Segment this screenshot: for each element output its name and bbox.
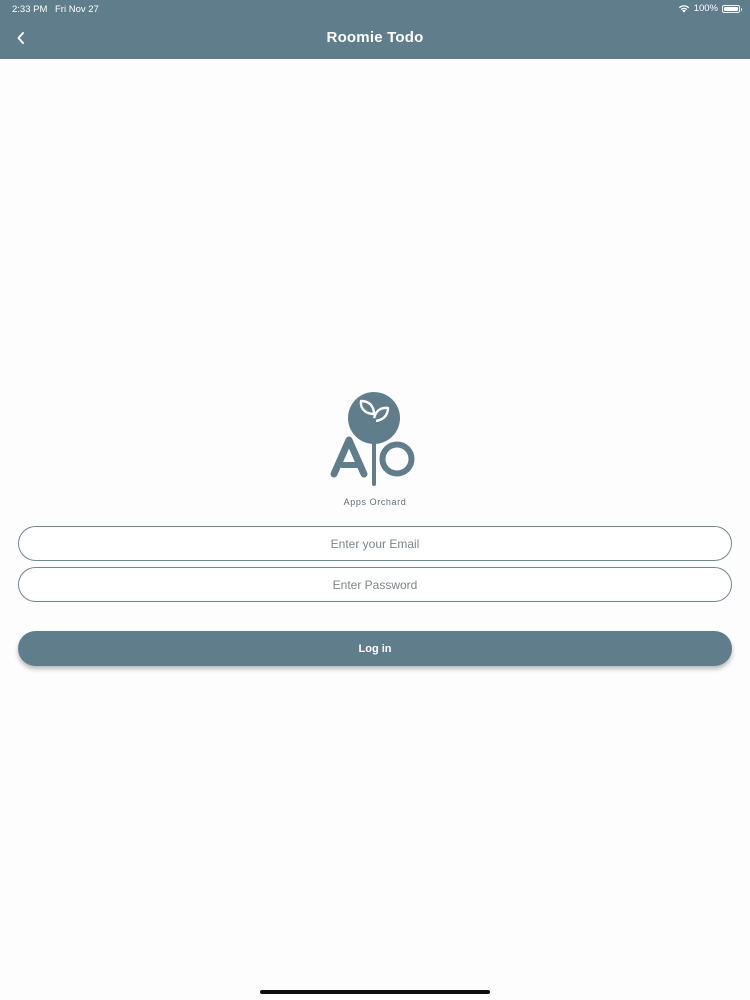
logo: Apps Orchard xyxy=(325,388,425,512)
apps-orchard-logo-icon xyxy=(330,392,415,486)
status-right: 100% xyxy=(678,3,742,14)
status-time: 2:33 PM xyxy=(12,4,48,15)
email-input[interactable] xyxy=(19,535,731,552)
email-field[interactable] xyxy=(18,526,732,561)
battery-icon xyxy=(722,4,742,13)
page-title: Roomie Todo xyxy=(326,29,424,46)
logo-caption: Apps Orchard xyxy=(343,497,407,507)
login-screen: 2:33 PM Fri Nov 27 100% Roomie Todo Apps… xyxy=(0,0,750,1000)
password-input[interactable] xyxy=(19,576,731,593)
password-field[interactable] xyxy=(18,567,732,602)
top-bar: 2:33 PM Fri Nov 27 100% Roomie Todo xyxy=(0,0,750,59)
login-button[interactable]: Log in xyxy=(18,631,732,666)
login-button-label: Log in xyxy=(358,642,392,655)
home-indicator[interactable] xyxy=(260,990,490,994)
status-bar: 2:33 PM Fri Nov 27 100% xyxy=(0,0,750,18)
navigation-bar: Roomie Todo xyxy=(0,18,750,59)
battery-percent: 100% xyxy=(693,3,718,14)
wifi-icon xyxy=(678,5,689,13)
status-date: Fri Nov 27 xyxy=(55,4,99,15)
